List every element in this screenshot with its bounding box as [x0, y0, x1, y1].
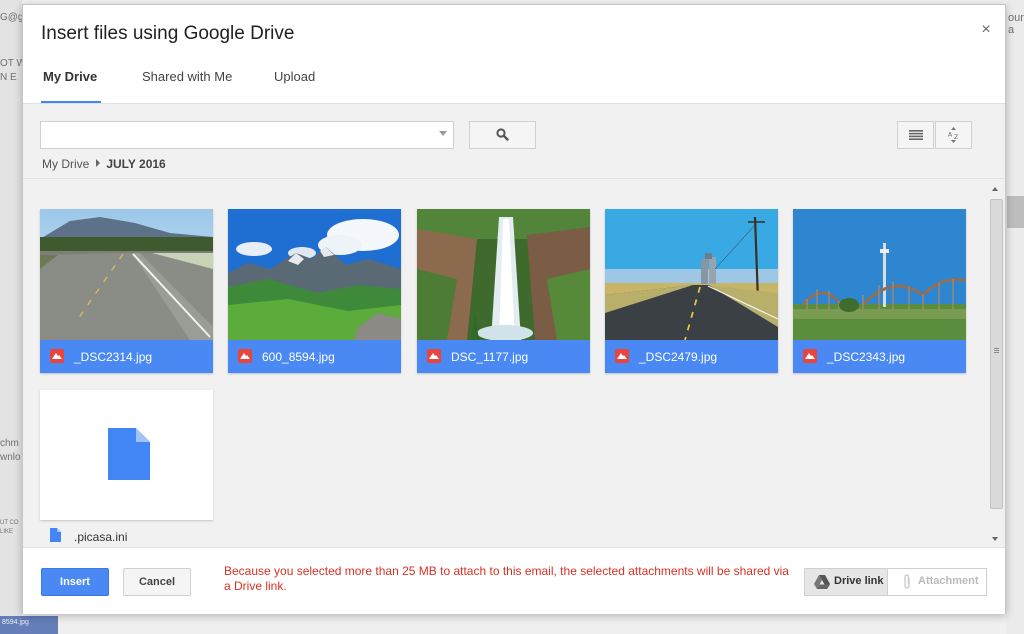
image-file-icon	[615, 349, 629, 363]
scrollbar[interactable]	[988, 181, 1004, 547]
file-label: _DSC2314.jpg	[40, 340, 213, 373]
file-thumbnail	[417, 209, 590, 340]
insert-button[interactable]: Insert	[41, 568, 109, 596]
file-thumbnail	[793, 209, 966, 340]
drive-link-label: Drive link	[834, 575, 884, 587]
list-view-icon	[909, 130, 923, 140]
cancel-button[interactable]: Cancel	[123, 568, 191, 596]
file-label: _DSC2343.jpg	[793, 340, 966, 373]
breadcrumb-current: JULY 2016	[106, 157, 166, 171]
file-tile-dsc2343[interactable]: _DSC2343.jpg	[793, 209, 966, 373]
search-icon	[496, 128, 509, 141]
dialog-title: Insert files using Google Drive	[41, 23, 295, 44]
svg-text:A: A	[948, 132, 953, 139]
file-tile-dsc1177[interactable]: DSC_1177.jpg	[417, 209, 590, 373]
file-label: 600_8594.jpg	[228, 340, 401, 373]
file-tile-picasa-ini[interactable]	[40, 390, 213, 520]
attachment-toggle[interactable]: Attachment	[887, 568, 987, 596]
file-thumbnail	[228, 209, 401, 340]
close-icon[interactable]: ×	[977, 21, 995, 39]
grip-icon	[994, 348, 999, 349]
paperclip-icon	[904, 574, 910, 589]
size-warning-message: Because you selected more than 25 MB to …	[224, 564, 789, 593]
google-drive-icon	[814, 575, 830, 589]
dialog-header: Insert files using Google Drive × My Dri…	[23, 5, 1005, 104]
file-tile-dsc2314[interactable]: _DSC2314.jpg	[40, 209, 213, 373]
file-tile-600-8594[interactable]: 600_8594.jpg	[228, 209, 401, 373]
image-file-icon	[50, 349, 64, 363]
insert-files-dialog: Insert files using Google Drive × My Dri…	[22, 4, 1006, 614]
svg-text:Z: Z	[954, 134, 958, 141]
breadcrumb-arrow-icon	[96, 159, 101, 167]
sort-az-icon: A Z	[948, 127, 958, 143]
breadcrumb: My Drive JULY 2016	[42, 157, 166, 171]
breadcrumb-root[interactable]: My Drive	[42, 157, 89, 171]
tab-my-drive[interactable]: My Drive	[40, 69, 102, 103]
file-name: .picasa.ini	[74, 530, 128, 544]
file-label: .picasa.ini	[40, 528, 213, 546]
dropdown-caret-icon[interactable]	[439, 131, 447, 136]
search-input[interactable]	[41, 122, 433, 146]
file-label: _DSC2479.jpg	[605, 340, 778, 373]
file-thumbnail	[40, 209, 213, 340]
drive-link-toggle[interactable]: Drive link	[804, 568, 888, 596]
file-label: DSC_1177.jpg	[417, 340, 590, 373]
image-file-icon	[427, 349, 441, 363]
tab-upload[interactable]: Upload	[274, 69, 315, 103]
file-name: 600_8594.jpg	[262, 350, 335, 364]
content-divider	[23, 178, 1005, 179]
file-name: _DSC2314.jpg	[74, 350, 153, 364]
search-button[interactable]	[469, 121, 536, 149]
file-thumbnail	[605, 209, 778, 340]
scroll-thumb[interactable]	[990, 199, 1003, 509]
list-view-button[interactable]	[897, 121, 934, 149]
sort-button[interactable]: A Z	[935, 121, 972, 149]
dialog-footer: Insert Cancel Because you selected more …	[23, 547, 1005, 614]
image-file-icon	[803, 349, 817, 363]
image-file-icon	[238, 349, 252, 363]
file-tile-dsc2479[interactable]: _DSC2479.jpg	[605, 209, 778, 373]
file-name: _DSC2343.jpg	[827, 350, 906, 364]
search-box	[40, 121, 454, 149]
attachment-label: Attachment	[918, 575, 979, 587]
scroll-up-icon[interactable]	[992, 187, 998, 191]
file-name: _DSC2479.jpg	[639, 350, 718, 364]
tab-shared-with-me[interactable]: Shared with Me	[142, 69, 232, 103]
document-icon	[108, 428, 150, 480]
document-icon	[50, 528, 61, 542]
file-name: DSC_1177.jpg	[451, 350, 529, 364]
scroll-down-icon[interactable]	[992, 537, 998, 541]
